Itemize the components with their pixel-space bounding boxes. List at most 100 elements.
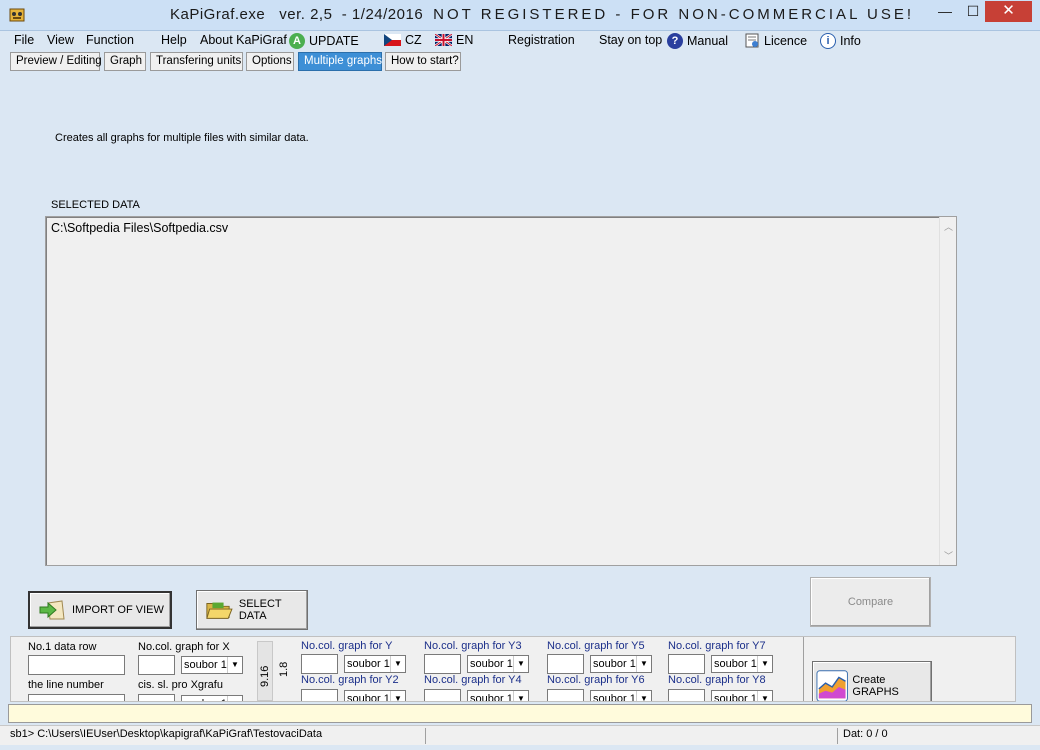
import-arrow-icon [39, 600, 65, 620]
czech-flag-icon [384, 34, 401, 46]
y6-column-input[interactable] [547, 689, 584, 701]
window-title: KaPiGraf.exe ver. 2,5 - 1/24/2016 NOT REG… [170, 6, 915, 23]
y6-column-label: No.col. graph for Y6 [547, 674, 645, 686]
menu-info[interactable]: i Info [820, 33, 861, 49]
chevron-down-icon: ▼ [390, 691, 405, 701]
scroll-down-icon[interactable]: ﹀ [940, 549, 957, 562]
x-column-cz-input[interactable] [138, 694, 175, 701]
y5-column-label: No.col. graph for Y5 [547, 640, 645, 652]
app-logo-icon [9, 8, 25, 22]
import-of-view-button[interactable]: IMPORT OF VIEW [28, 591, 172, 629]
list-scrollbar[interactable]: ︿ ﹀ [939, 217, 956, 565]
menu-bar: File View Function Help About KaPiGraf A… [0, 31, 1040, 51]
scroll-up-icon[interactable]: ︿ [940, 220, 957, 233]
menu-language-cz[interactable]: CZ [384, 33, 422, 47]
select-data-button[interactable]: SELECT DATA [196, 590, 308, 630]
chart-icon [816, 670, 848, 701]
chevron-down-icon: ▼ [513, 656, 528, 672]
chevron-down-icon: ▼ [227, 696, 242, 701]
tab-options[interactable]: Options [246, 52, 294, 71]
selected-data-label: SELECTED DATA [51, 199, 140, 211]
menu-manual[interactable]: ? Manual [667, 33, 728, 49]
status-bar: sb1> C:\Users\IEUser\Desktop\kapigraf\Ka… [0, 725, 1040, 745]
x-column-cz-label: cis. sl. pro Xgrafu [138, 679, 223, 691]
hint-bar [8, 704, 1032, 723]
update-icon: A [289, 33, 305, 49]
chevron-down-icon: ▼ [227, 657, 242, 673]
chevron-down-icon: ▼ [757, 656, 772, 672]
y7-column-label: No.col. graph for Y7 [668, 640, 766, 652]
menu-file[interactable]: File [14, 33, 34, 47]
y8-column-input[interactable] [668, 689, 705, 701]
y2-file-dropdown[interactable]: soubor 1 ▼ [344, 690, 406, 701]
y1-file-dropdown[interactable]: soubor 1 ▼ [344, 655, 406, 673]
title-bar: KaPiGraf.exe ver. 2,5 - 1/24/2016 NOT REG… [0, 0, 1040, 31]
chevron-down-icon: ▼ [513, 691, 528, 701]
menu-licence[interactable]: Licence [744, 33, 807, 49]
menu-help[interactable]: Help [161, 33, 187, 47]
chevron-down-icon: ▼ [390, 656, 405, 672]
y7-column-input[interactable] [668, 654, 705, 674]
y4-column-input[interactable] [424, 689, 461, 701]
y7-file-dropdown[interactable]: soubor 1 ▼ [711, 655, 773, 673]
menu-stay-on-top[interactable]: Stay on top [599, 33, 662, 47]
x-column-label: No.col. graph for X [138, 641, 230, 653]
x-column-input[interactable] [138, 655, 175, 675]
page-description: Creates all graphs for multiple files wi… [55, 132, 309, 144]
menu-function[interactable]: Function [86, 33, 134, 47]
line-number-input[interactable] [28, 694, 125, 701]
maximize-button[interactable]: ☐ [958, 1, 988, 23]
y6-file-dropdown[interactable]: soubor 1 ▼ [590, 690, 652, 701]
tab-multiple-graphs[interactable]: Multiple graphs [298, 52, 382, 71]
help-question-icon: ? [667, 33, 683, 49]
chevron-down-icon: ▼ [636, 691, 651, 701]
y3-column-input[interactable] [424, 654, 461, 674]
y3-column-label: No.col. graph for Y3 [424, 640, 522, 652]
y3-file-dropdown[interactable]: soubor 1 ▼ [467, 655, 529, 673]
status-data-count: Dat: 0 / 0 [843, 728, 888, 740]
panel-divider [803, 637, 804, 701]
chevron-down-icon: ▼ [636, 656, 651, 672]
y1-column-input[interactable] [301, 654, 338, 674]
tab-preview-editing[interactable]: Preview / Editing [10, 52, 102, 71]
create-graphs-button[interactable]: Create GRAPHS [812, 661, 932, 701]
y8-file-dropdown[interactable]: soubor 1 ▼ [711, 690, 773, 701]
status-separator [425, 728, 426, 744]
folder-open-icon [206, 602, 233, 619]
status-separator [837, 728, 838, 744]
first-data-row-label: No.1 data row [28, 641, 97, 653]
status-path: sb1> C:\Users\IEUser\Desktop\kapigraf\Ka… [10, 728, 323, 740]
first-data-row-input[interactable] [28, 655, 125, 675]
tab-transfering-units[interactable]: Transfering units [150, 52, 243, 71]
y1-column-label: No.col. graph for Y [301, 640, 393, 652]
y5-column-input[interactable] [547, 654, 584, 674]
menu-update[interactable]: A UPDATE [289, 33, 359, 49]
certificate-icon [745, 33, 759, 48]
menu-view[interactable]: View [47, 33, 74, 47]
y4-file-dropdown[interactable]: soubor 1 ▼ [467, 690, 529, 701]
y5-file-dropdown[interactable]: soubor 1 ▼ [590, 655, 652, 673]
menu-registration[interactable]: Registration [508, 33, 575, 47]
selected-data-list[interactable]: C:\Softpedia Files\Softpedia.csv ︿ ﹀ [45, 216, 957, 566]
menu-about[interactable]: About KaPiGraf [200, 33, 287, 47]
compare-button[interactable]: Compare [810, 577, 931, 627]
menu-language-en[interactable]: EN [435, 33, 473, 47]
y2-column-input[interactable] [301, 689, 338, 701]
tab-how-to-start[interactable]: How to start? [385, 52, 461, 71]
close-button[interactable]: ✕ [985, 1, 1032, 22]
info-icon: i [820, 33, 836, 49]
x-file-cz-dropdown[interactable]: soubor 1▼ [181, 695, 243, 701]
tab-graph[interactable]: Graph [104, 52, 146, 71]
y2-column-label: No.col. graph for Y2 [301, 674, 399, 686]
uk-flag-icon [435, 34, 452, 46]
y4-column-label: No.col. graph for Y4 [424, 674, 522, 686]
y8-column-label: No.col. graph for Y8 [668, 674, 766, 686]
range-value-a: 9.16 [259, 665, 271, 687]
chevron-down-icon: ▼ [757, 691, 772, 701]
line-number-label: the line number [28, 679, 104, 691]
column-settings-panel: No.1 data row the line number No.col. gr… [10, 636, 1016, 702]
x-file-dropdown[interactable]: soubor 1 ▼ [181, 656, 243, 674]
range-value-b: 1.8 [278, 661, 290, 677]
minimize-button[interactable]: — [930, 1, 960, 23]
list-item[interactable]: C:\Softpedia Files\Softpedia.csv [51, 221, 228, 235]
